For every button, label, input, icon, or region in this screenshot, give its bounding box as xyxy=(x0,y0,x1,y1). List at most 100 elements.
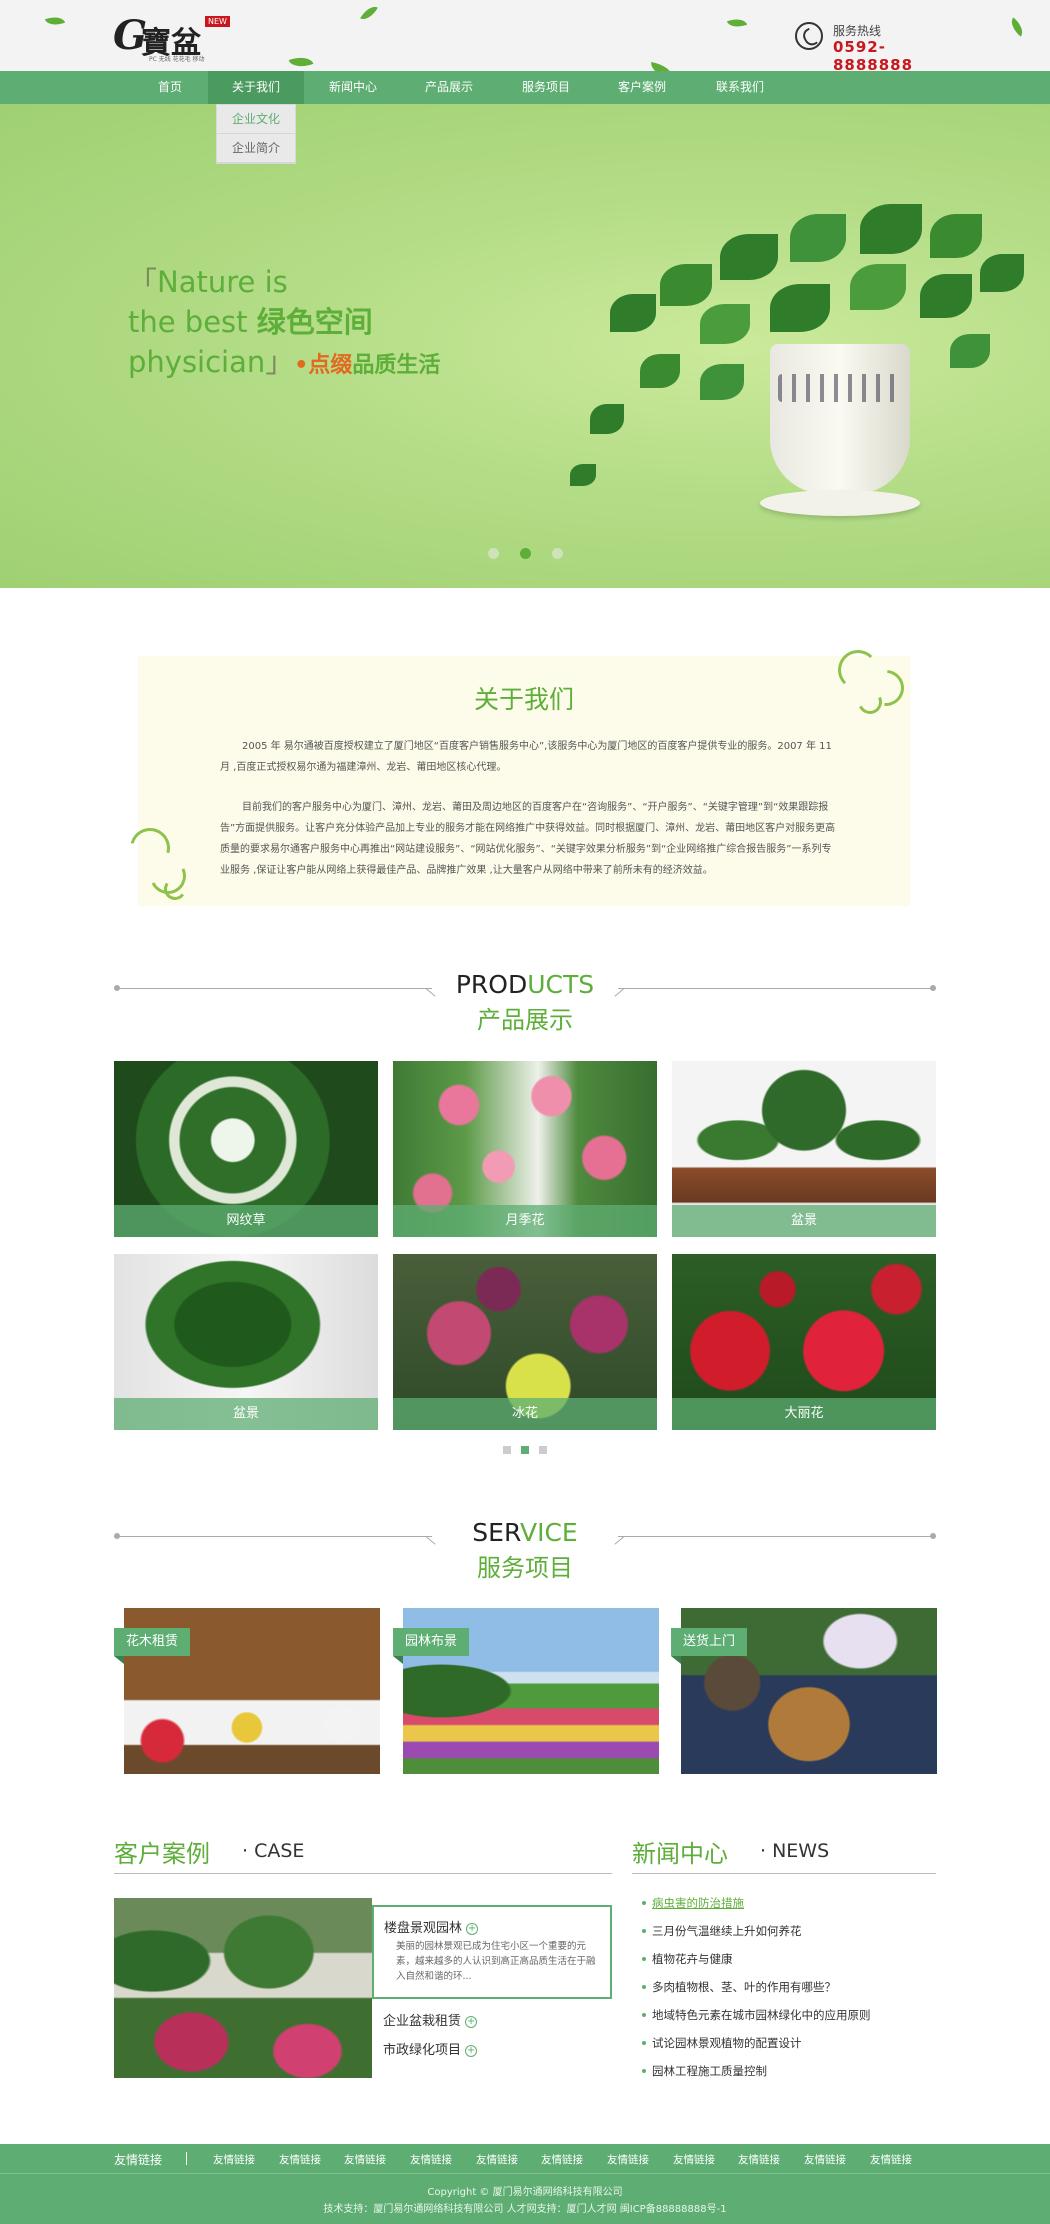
news-item-title: 多肉植物根、茎、叶的作用有哪些？ xyxy=(652,1980,836,1994)
about-paragraph-2: 目前我们的客户服务中心为厦门、漳州、龙岩、莆田及周边地区的百度客户在“咨询服务”… xyxy=(220,802,836,876)
case-featured-image[interactable] xyxy=(114,1898,372,2078)
products-title-en-a: PROD xyxy=(455,970,528,999)
logo-subtitle: PC 无线 花花毛 移动 xyxy=(149,56,205,63)
friend-link[interactable]: 友情链接 xyxy=(870,2152,912,2167)
services-title-en-b: VICE xyxy=(519,1518,578,1547)
nav-item-home[interactable]: 首页 xyxy=(122,71,218,104)
friend-link[interactable]: 友情链接 xyxy=(738,2152,780,2167)
news-heading: 新闻中心 · NEWS xyxy=(632,1834,936,1874)
dropdown-item-culture[interactable]: 企业文化 xyxy=(217,105,295,134)
leaf-decoration xyxy=(44,13,66,29)
case-featured-title[interactable]: 楼盘景观园林 xyxy=(384,1921,462,1936)
friend-link[interactable]: 友情链接 xyxy=(410,2152,452,2167)
nav-item-products[interactable]: 产品展示 xyxy=(401,71,497,104)
news-title-cn: 新闻中心 xyxy=(632,1840,728,1868)
slide-dot-active[interactable] xyxy=(520,548,531,559)
product-caption: 大丽花 xyxy=(672,1398,936,1430)
product-card[interactable]: 冰花 xyxy=(393,1254,657,1430)
news-title-en: · NEWS xyxy=(760,1840,830,1862)
product-card[interactable]: 盆景 xyxy=(672,1061,936,1237)
swirl-ornament xyxy=(122,820,214,918)
case-link-municipal: 市政绿化项目 + xyxy=(383,2039,478,2058)
friend-links-bar: 友情链接 友情链接 友情链接 友情链接 友情链接 友情链接 友情链接 友情链接 … xyxy=(0,2144,1050,2173)
banner-slogan: 「Nature is the best 绿色空间 physician」•点缀品质… xyxy=(128,265,441,379)
friend-link[interactable]: 友情链接 xyxy=(673,2152,715,2167)
banner-slide-dots xyxy=(488,548,564,560)
hotline-number: 0592-8888888 xyxy=(833,38,914,74)
banner-tag-green: 品质生活 xyxy=(352,353,441,378)
products-title-cn: 产品展示 xyxy=(477,1006,573,1034)
divider xyxy=(186,2152,187,2165)
leaf-decoration xyxy=(1006,17,1028,37)
pager-dot-active[interactable] xyxy=(521,1446,529,1454)
friend-link[interactable]: 友情链接 xyxy=(804,2152,846,2167)
case-link-rental: 企业盆栽租赁 + xyxy=(383,2010,478,2029)
main-nav: 首页 关于我们 新闻中心 产品展示 服务项目 客户案例 联系我们 xyxy=(0,71,1050,104)
banner-line-2-en: the best xyxy=(128,305,257,339)
friend-link[interactable]: 友情链接 xyxy=(279,2152,321,2167)
pager-dot[interactable] xyxy=(503,1446,511,1454)
cases-title-cn: 客户案例 xyxy=(114,1840,210,1868)
page: G 寶盆 NEW PC 无线 花花毛 移动 服务热线 0592-8888888 … xyxy=(0,0,1050,2224)
friend-link[interactable]: 友情链接 xyxy=(607,2152,649,2167)
flower-pot-illustration xyxy=(760,344,920,524)
service-tag-delivery: 送货上门 xyxy=(671,1628,748,1664)
products-title-en-b: UCTS xyxy=(527,970,595,999)
product-caption: 盆景 xyxy=(114,1398,378,1430)
plus-icon[interactable]: + xyxy=(465,2044,478,2057)
service-tag-rental: 花木租赁 xyxy=(114,1628,191,1664)
case-featured-card: 楼盘景观园林 + 美丽的园林景观已成为住宅小区一个重要的元素，越来越多的人认识到高… xyxy=(372,1905,612,1999)
banner-line-2-cn: 绿色空间 xyxy=(256,305,373,339)
banner-tag-orange: 点缀 xyxy=(308,353,353,378)
plus-icon[interactable]: + xyxy=(466,1922,479,1935)
friend-link[interactable]: 友情链接 xyxy=(344,2152,386,2167)
product-card[interactable]: 大丽花 xyxy=(672,1254,936,1430)
news-item-title: 植物花卉与健康 xyxy=(652,1952,733,1966)
news-item-title: 地域特色元素在城市园林绿化中的应用原则 xyxy=(652,2008,871,2022)
product-card[interactable]: 盆景 xyxy=(114,1254,378,1430)
site-header: G 寶盆 NEW PC 无线 花花毛 移动 服务热线 0592-8888888 xyxy=(0,0,1050,79)
banner-line-3-en: physician xyxy=(128,345,266,379)
plus-icon[interactable]: + xyxy=(465,2015,478,2028)
nav-item-services[interactable]: 服务项目 xyxy=(498,71,594,104)
banner-line-1: Nature is xyxy=(157,265,288,299)
nav-item-cases[interactable]: 客户案例 xyxy=(594,71,690,104)
site-footer: Copyright © 厦门易尔通网络科技有限公司 技术支持：厦门易尔通网络科技… xyxy=(0,2173,1050,2224)
product-card[interactable]: 月季花 xyxy=(393,1061,657,1237)
product-caption: 盆景 xyxy=(672,1205,936,1237)
nav-item-about[interactable]: 关于我们 xyxy=(208,71,304,104)
site-logo[interactable]: G 寶盆 NEW PC 无线 花花毛 移动 xyxy=(113,12,233,63)
product-caption: 冰花 xyxy=(393,1398,657,1430)
logo-badge: NEW xyxy=(205,16,230,27)
nav-dropdown-about: 企业文化 企业简介 xyxy=(216,104,296,164)
friend-link[interactable]: 友情链接 xyxy=(476,2152,518,2167)
banner-dot: • xyxy=(294,353,309,378)
services-title-en-a: SER xyxy=(472,1518,520,1547)
phone-icon xyxy=(795,22,823,50)
friend-link[interactable]: 友情链接 xyxy=(213,2152,255,2167)
leaf-decoration xyxy=(288,52,314,72)
nav-item-contact[interactable]: 联系我们 xyxy=(692,71,788,104)
products-pager xyxy=(503,1446,553,1456)
hotline-label: 服务热线 xyxy=(833,24,882,38)
nav-item-news[interactable]: 新闻中心 xyxy=(305,71,401,104)
friend-link[interactable]: 友情链接 xyxy=(541,2152,583,2167)
leaf-decoration xyxy=(360,2,378,24)
products-heading: PRODUCTS 产品展示 xyxy=(114,970,936,1034)
slide-dot[interactable] xyxy=(488,548,499,559)
news-item-title: 病虫害的防治措施 xyxy=(652,1896,744,1910)
footer-tech-support: 技术支持：厦门易尔通网络科技有限公司 人才网支持：厦门人才网 闽ICP备8888… xyxy=(323,2204,727,2215)
hotline: 服务热线 0592-8888888 xyxy=(795,20,955,74)
pager-dot[interactable] xyxy=(539,1446,547,1454)
product-card[interactable]: 网纹草 xyxy=(114,1061,378,1237)
news-item-title: 试论园林景观植物的配置设计 xyxy=(652,2036,802,2050)
case-link-label[interactable]: 企业盆栽租赁 xyxy=(383,2014,461,2029)
slide-dot[interactable] xyxy=(552,548,563,559)
leaf-decoration xyxy=(726,15,748,31)
services-title-cn: 服务项目 xyxy=(477,1554,573,1582)
case-link-label[interactable]: 市政绿化项目 xyxy=(383,2043,461,2058)
dropdown-item-intro[interactable]: 企业简介 xyxy=(217,134,295,163)
case-featured-desc: 美丽的园林景观已成为住宅小区一个重要的元素，越来越多的人认识到高正高品质生活在于… xyxy=(396,1941,596,1982)
product-caption: 月季花 xyxy=(393,1205,657,1237)
about-section: 关于我们 2005 年 易尔通被百度授权建立了厦门地区“百度客户销售服务中心”,… xyxy=(138,656,910,906)
